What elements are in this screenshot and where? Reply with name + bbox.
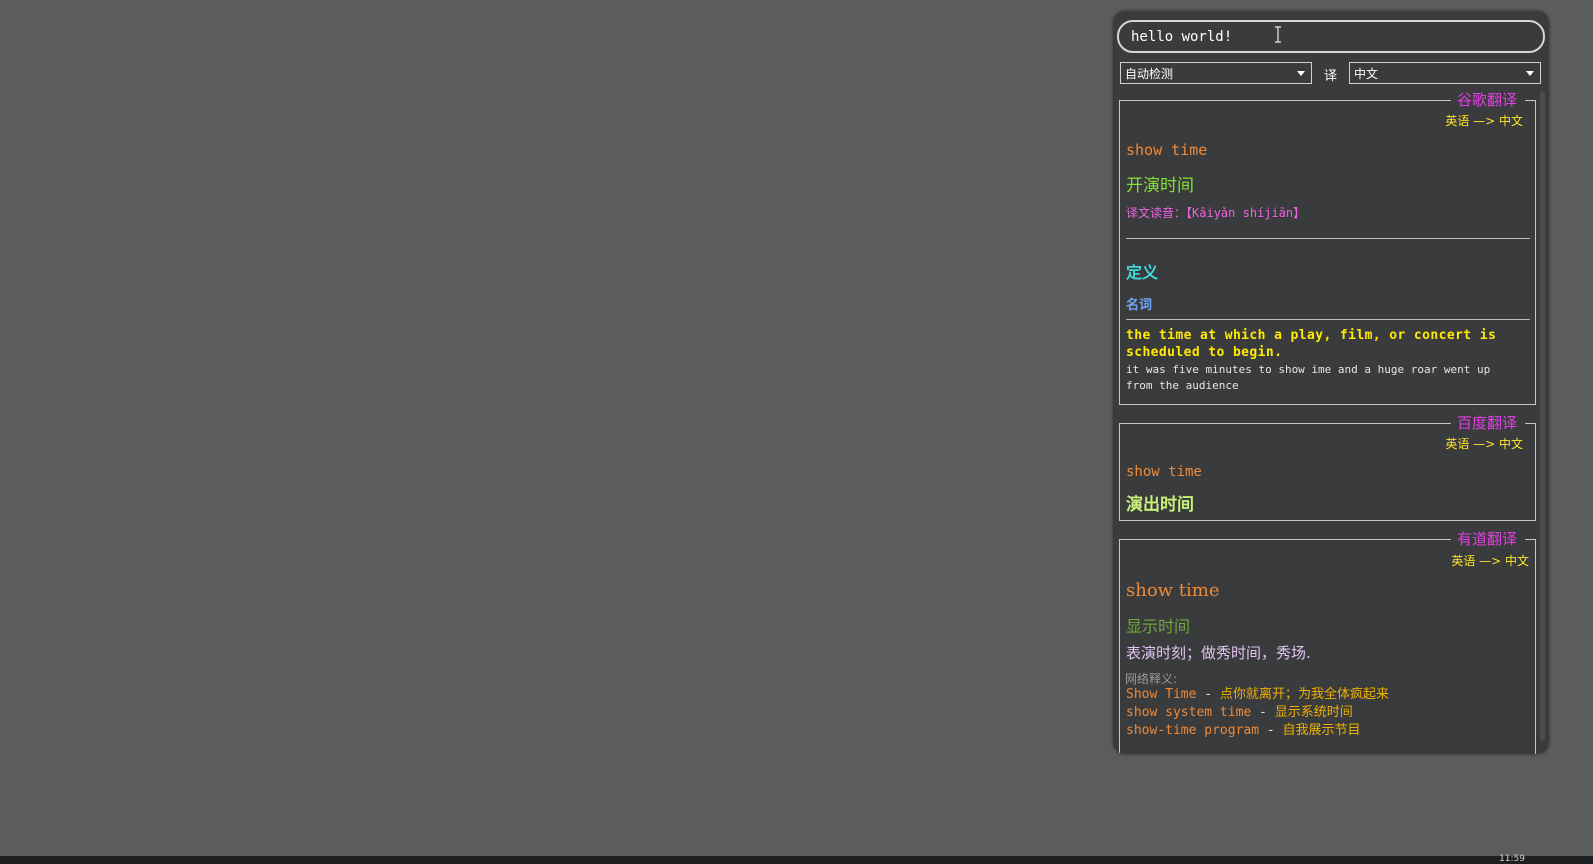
google-translation: 开演时间 bbox=[1126, 176, 1194, 196]
youdao-direction: 英语 —> 中文 bbox=[1451, 554, 1529, 568]
target-language-value: 中文 bbox=[1354, 66, 1379, 81]
taskbar: 11:59 bbox=[0, 854, 1593, 864]
google-source: show time bbox=[1126, 141, 1208, 159]
part-of-speech: 名词 bbox=[1126, 298, 1153, 313]
chevron-down-icon bbox=[1297, 71, 1305, 76]
baidu-translate-card: 百度翻译 英语 —> 中文 show time 演出时间 bbox=[1119, 414, 1536, 521]
google-translate-card: 谷歌翻译 英语 —> 中文 show time 开演时间 译文读音：【Kāiyǎ… bbox=[1119, 91, 1536, 405]
text-cursor-icon bbox=[1275, 26, 1281, 43]
web-meaning: 自我展示节目 bbox=[1282, 723, 1361, 738]
web-sep: - bbox=[1196, 687, 1220, 702]
web-sep: - bbox=[1251, 705, 1275, 720]
list-item: Show Time - 点你就离开；为我全体疯起来 bbox=[1126, 686, 1527, 704]
youdao-meaning: 表演时刻；做秀时间，秀场. bbox=[1126, 644, 1311, 662]
list-item: show-time program - 自我展示节目 bbox=[1126, 722, 1527, 740]
youdao-translate-card: 有道翻译 英语 —> 中文 show time 显示时间 表演时刻；做秀时间，秀… bbox=[1119, 530, 1536, 754]
baidu-translation: 演出时间 bbox=[1126, 495, 1194, 515]
youdao-translation: 显示时间 bbox=[1126, 617, 1191, 636]
web-meaning: 显示系统时间 bbox=[1274, 705, 1353, 720]
search-box[interactable] bbox=[1117, 20, 1545, 53]
source-language-select[interactable]: 自动检测 bbox=[1120, 62, 1312, 84]
list-item: show system time - 显示系统时间 bbox=[1126, 704, 1527, 722]
youdao-title: 有道翻译 bbox=[1450, 530, 1525, 548]
scrollbar-thumb[interactable] bbox=[1540, 91, 1545, 741]
google-pinyin-label: 译文读音： bbox=[1126, 206, 1187, 220]
baidu-title: 百度翻译 bbox=[1450, 414, 1525, 432]
baidu-source: show time bbox=[1126, 464, 1202, 480]
youdao-source: show time bbox=[1126, 580, 1220, 601]
youdao-web-list: Show Time - 点你就离开；为我全体疯起来 show system ti… bbox=[1126, 686, 1527, 740]
source-language-value: 自动检测 bbox=[1125, 66, 1174, 81]
web-sep: - bbox=[1259, 723, 1283, 738]
search-input[interactable] bbox=[1119, 27, 1543, 46]
chevron-down-icon bbox=[1526, 71, 1534, 76]
translate-label: 译 bbox=[1324, 69, 1338, 84]
translator-panel: 自动检测 译 中文 谷歌翻译 英语 —> 中文 show time 开演时间 译… bbox=[1113, 11, 1549, 754]
divider bbox=[1126, 319, 1530, 320]
google-pinyin-line: 译文读音：【Kāiyǎn shíjiān】 bbox=[1126, 204, 1527, 221]
language-row: 自动检测 译 中文 bbox=[1120, 62, 1542, 86]
definition-heading: 定义 bbox=[1126, 263, 1159, 282]
example-sentence: it was five minutes to show ime and a hu… bbox=[1126, 363, 1491, 392]
web-term: show system time bbox=[1126, 705, 1252, 720]
web-meaning: 点你就离开；为我全体疯起来 bbox=[1219, 687, 1389, 702]
target-language-select[interactable]: 中文 bbox=[1349, 62, 1541, 84]
baidu-direction: 英语 —> 中文 bbox=[1445, 437, 1523, 451]
definition-text: the time at which a play, film, or conce… bbox=[1126, 328, 1497, 360]
google-pinyin: 【Kāiyǎn shíjiān】 bbox=[1186, 206, 1306, 220]
web-term: show-time program bbox=[1126, 723, 1260, 738]
google-direction: 英语 —> 中文 bbox=[1445, 114, 1523, 128]
taskbar-clock[interactable]: 11:59 bbox=[1499, 854, 1525, 862]
youdao-web-label: 网络释义: bbox=[1125, 672, 1178, 686]
divider bbox=[1126, 238, 1530, 239]
web-term: Show Time bbox=[1126, 687, 1197, 702]
google-title: 谷歌翻译 bbox=[1450, 91, 1525, 109]
